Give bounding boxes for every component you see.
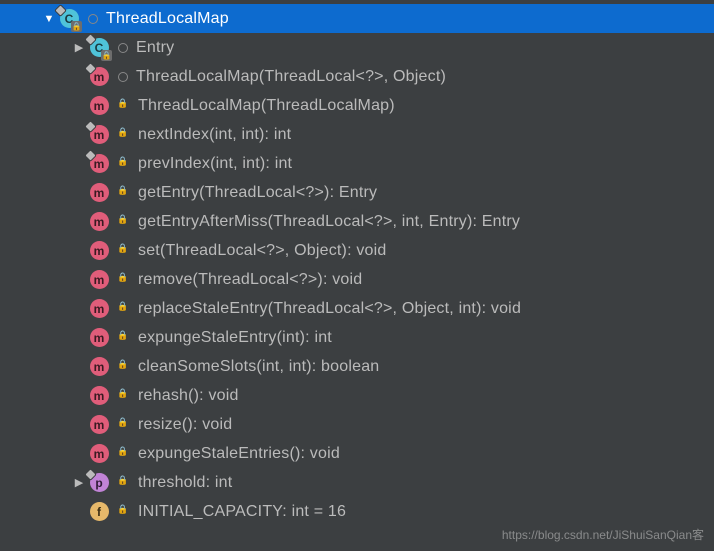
tree-node[interactable]: ▶C Entry [0, 33, 714, 62]
method-icon: m [88, 414, 110, 436]
tree-node[interactable]: ▶mnextIndex(int, int): int [0, 120, 714, 149]
method-icon: m [88, 211, 110, 233]
collapse-arrow-icon[interactable]: ▶ [70, 41, 88, 54]
visibility-package-icon [118, 72, 128, 82]
class-icon: C [88, 37, 110, 59]
collapse-arrow-icon[interactable]: ▶ [70, 476, 88, 489]
visibility-private-icon [118, 420, 130, 430]
node-label: rehash(): void [138, 387, 239, 405]
node-label: expungeStaleEntry(int): int [138, 329, 332, 347]
tree-node-root[interactable]: ▼ C ThreadLocalMap [0, 4, 714, 33]
node-label: ThreadLocalMap [106, 10, 229, 28]
node-label: Entry [136, 39, 174, 57]
visibility-package-icon [88, 14, 98, 24]
visibility-private-icon [118, 391, 130, 401]
method-icon: m [88, 385, 110, 407]
node-label: getEntryAfterMiss(ThreadLocal<?>, int, E… [138, 213, 520, 231]
node-label: ThreadLocalMap(ThreadLocal<?>, Object) [136, 68, 446, 86]
node-label: replaceStaleEntry(ThreadLocal<?>, Object… [138, 300, 521, 318]
tree-node[interactable]: ▶mgetEntry(ThreadLocal<?>): Entry [0, 178, 714, 207]
tree-node[interactable]: ▶mcleanSomeSlots(int, int): boolean [0, 352, 714, 381]
tree-node[interactable]: ▶mprevIndex(int, int): int [0, 149, 714, 178]
node-label: threshold: int [138, 474, 232, 492]
method-icon: m [88, 240, 110, 262]
visibility-private-icon [118, 507, 130, 517]
node-label: resize(): void [138, 416, 232, 434]
method-icon: m [88, 66, 110, 88]
node-label: nextIndex(int, int): int [138, 126, 291, 144]
class-icon: C [58, 8, 80, 30]
visibility-private-icon [118, 217, 130, 227]
visibility-private-icon [118, 304, 130, 314]
node-label: getEntry(ThreadLocal<?>): Entry [138, 184, 377, 202]
visibility-private-icon [118, 449, 130, 459]
method-icon: m [88, 356, 110, 378]
visibility-private-icon [118, 130, 130, 140]
visibility-private-icon [118, 362, 130, 372]
visibility-private-icon [118, 478, 130, 488]
method-icon: m [88, 182, 110, 204]
watermark-text: https://blog.csdn.net/JiShuiSanQian客 [502, 526, 704, 543]
method-icon: m [88, 124, 110, 146]
tree-node[interactable]: ▶mrehash(): void [0, 381, 714, 410]
node-label: ThreadLocalMap(ThreadLocalMap) [138, 97, 395, 115]
method-icon: m [88, 153, 110, 175]
visibility-private-icon [118, 101, 130, 111]
structure-tree: ▼ C ThreadLocalMap ▶CEntry▶mThreadLocalM… [0, 0, 714, 526]
visibility-private-icon [118, 159, 130, 169]
expand-arrow-icon[interactable]: ▼ [40, 13, 58, 25]
method-icon: m [88, 443, 110, 465]
node-label: cleanSomeSlots(int, int): boolean [138, 358, 379, 376]
node-label: INITIAL_CAPACITY: int = 16 [138, 503, 346, 521]
tree-node[interactable]: ▶mThreadLocalMap(ThreadLocalMap) [0, 91, 714, 120]
node-label: set(ThreadLocal<?>, Object): void [138, 242, 387, 260]
field-f-icon: f [88, 501, 110, 523]
method-icon: m [88, 298, 110, 320]
tree-node[interactable]: ▶p threshold: int [0, 468, 714, 497]
node-label: prevIndex(int, int): int [138, 155, 292, 173]
tree-node[interactable]: ▶mresize(): void [0, 410, 714, 439]
method-icon: m [88, 327, 110, 349]
tree-node[interactable]: ▶mexpungeStaleEntry(int): int [0, 323, 714, 352]
tree-node[interactable]: ▶fINITIAL_CAPACITY: int = 16 [0, 497, 714, 526]
method-icon: m [88, 95, 110, 117]
method-icon: m [88, 269, 110, 291]
tree-node[interactable]: ▶mThreadLocalMap(ThreadLocal<?>, Object) [0, 62, 714, 91]
tree-node[interactable]: ▶mreplaceStaleEntry(ThreadLocal<?>, Obje… [0, 294, 714, 323]
node-label: remove(ThreadLocal<?>): void [138, 271, 362, 289]
visibility-private-icon [118, 246, 130, 256]
visibility-private-icon [118, 275, 130, 285]
visibility-private-icon [118, 188, 130, 198]
node-label: expungeStaleEntries(): void [138, 445, 340, 463]
visibility-package-icon [118, 43, 128, 53]
tree-node[interactable]: ▶mset(ThreadLocal<?>, Object): void [0, 236, 714, 265]
tree-node[interactable]: ▶mgetEntryAfterMiss(ThreadLocal<?>, int,… [0, 207, 714, 236]
field-p-icon: p [88, 472, 110, 494]
visibility-private-icon [118, 333, 130, 343]
tree-node[interactable]: ▶mremove(ThreadLocal<?>): void [0, 265, 714, 294]
tree-node[interactable]: ▶mexpungeStaleEntries(): void [0, 439, 714, 468]
